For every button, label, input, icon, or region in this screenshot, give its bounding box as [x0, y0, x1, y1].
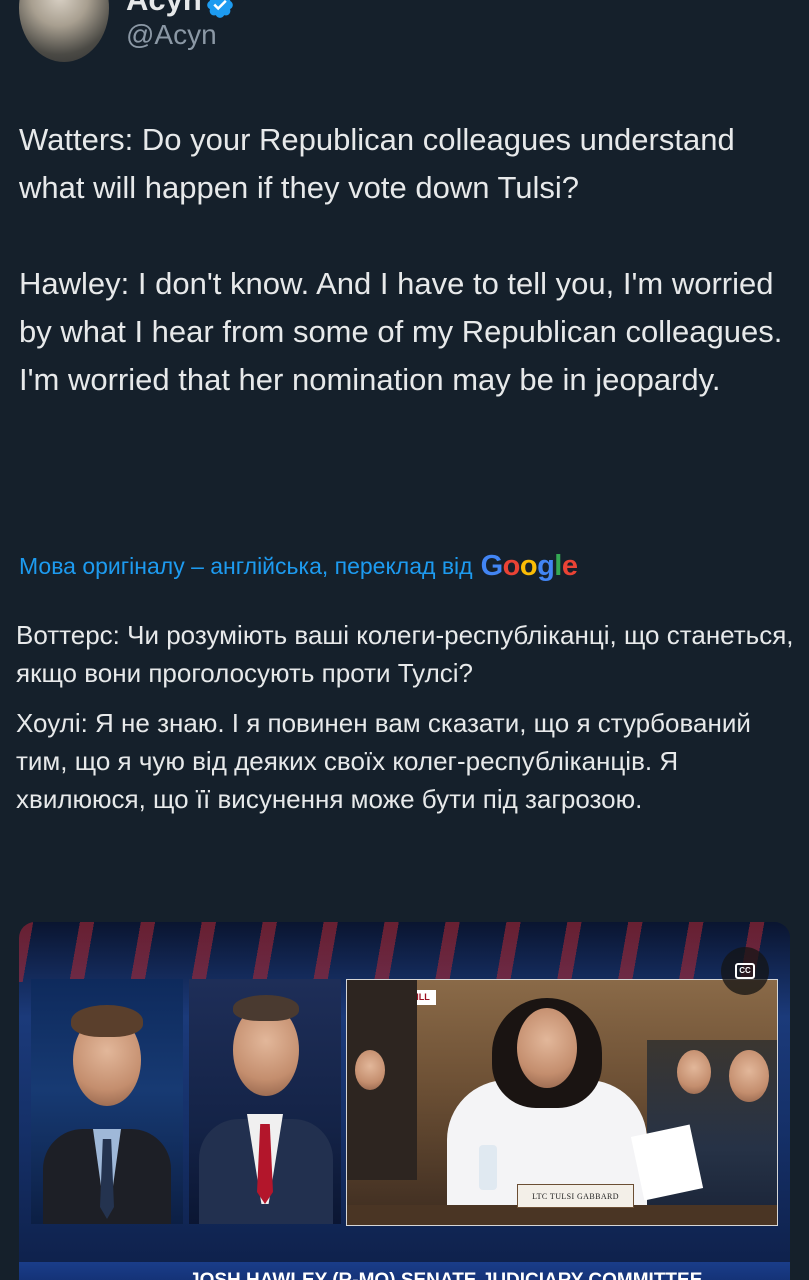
tweet-text: Watters: Do your Republican colleagues u…: [19, 116, 789, 404]
background-head-left: [355, 1050, 385, 1090]
verified-badge-icon: [207, 0, 233, 18]
author-avatar[interactable]: [19, 0, 109, 62]
translation-note[interactable]: Мова оригіналу – англійська, переклад ві…: [19, 550, 578, 583]
translated-paragraph: Воттерс: Чи розуміють ваші колеги-респуб…: [16, 620, 794, 688]
translated-text: Воттерс: Чи розуміють ваші колеги-респуб…: [16, 616, 801, 818]
senator-hair: [233, 995, 299, 1021]
translated-paragraph: Хоулі: Я не знаю. І я повинен вам сказат…: [16, 708, 751, 814]
video-flag-stripes: [19, 922, 790, 982]
tweet-video[interactable]: ▸ CAPITOL HILL LTC TULSI GABBARD CC JOSH…: [19, 922, 790, 1280]
tweet-paragraph: Hawley: I don't know. And I have to tell…: [19, 266, 783, 397]
background-head-right-1: [677, 1050, 711, 1094]
closed-captions-button[interactable]: CC: [721, 947, 769, 995]
hearing-table: [347, 1205, 777, 1225]
author-handle[interactable]: @Acyn: [126, 19, 217, 51]
tweet-paragraph: Watters: Do your Republican colleagues u…: [19, 122, 735, 205]
video-panel-hearing: ▸ CAPITOL HILL LTC TULSI GABBARD: [346, 979, 778, 1226]
background-head-right-2: [729, 1050, 769, 1102]
water-bottle: [479, 1145, 497, 1190]
google-logo: Google: [480, 550, 578, 582]
translation-note-label[interactable]: Мова оригіналу – англійська, переклад ві…: [19, 553, 473, 580]
video-chyron: JOSH HAWLEY (R-MO) SENATE JUDICIARY COMM…: [19, 1262, 790, 1280]
video-panel-senator: [189, 979, 341, 1224]
chyron-text: JOSH HAWLEY (R-MO) SENATE JUDICIARY COMM…: [189, 1270, 702, 1280]
video-panel-host: [31, 979, 183, 1224]
author-display-name[interactable]: Acyn: [126, 0, 202, 18]
closed-captions-icon: CC: [735, 963, 755, 979]
nominee-nameplate: LTC TULSI GABBARD: [517, 1184, 634, 1208]
nominee-head: [517, 1008, 577, 1088]
host-hair: [71, 1005, 143, 1037]
